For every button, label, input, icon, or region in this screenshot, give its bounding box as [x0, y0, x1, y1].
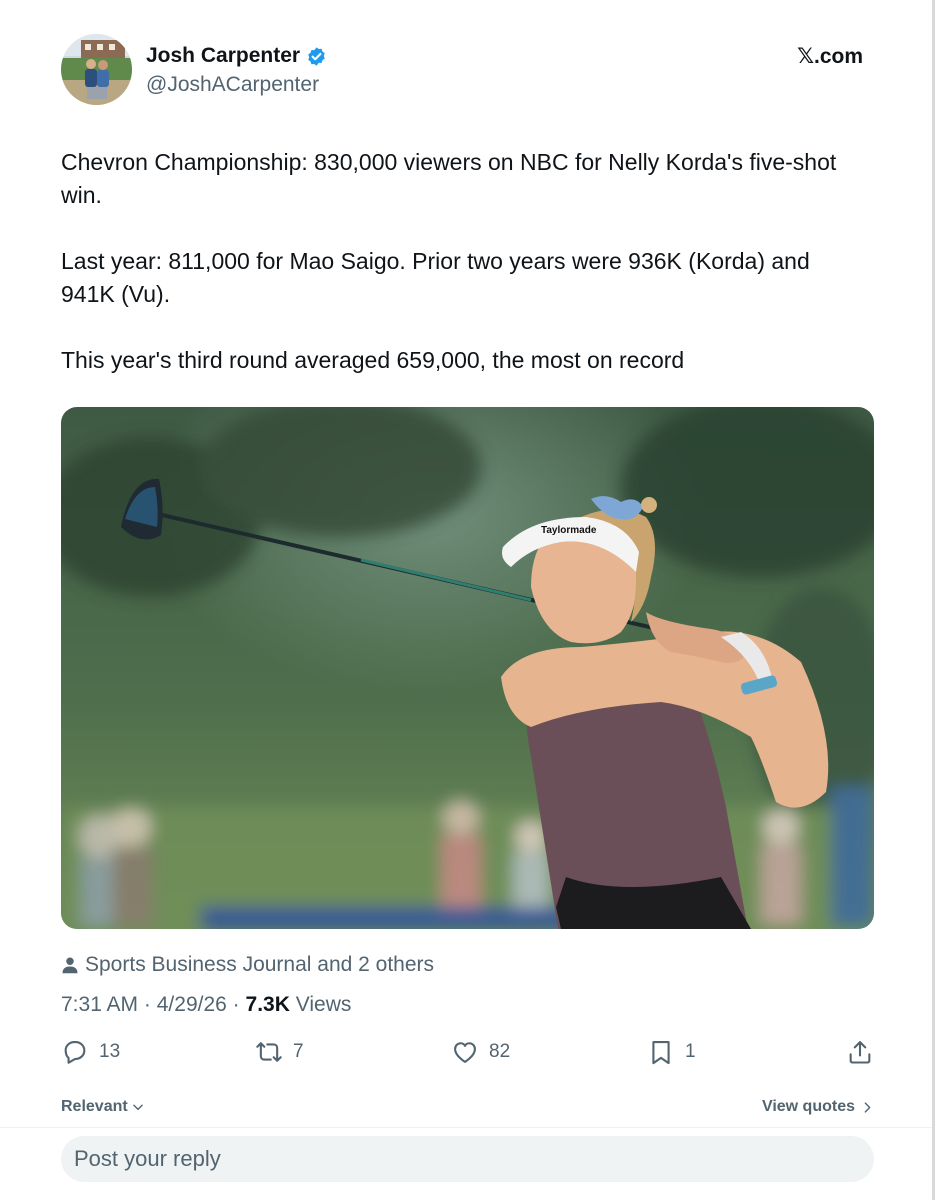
visor-logo-text: Taylormade: [541, 525, 597, 536]
verified-badge-icon: [306, 46, 327, 67]
like-button[interactable]: 82: [451, 1038, 510, 1066]
share-icon: [849, 1041, 871, 1064]
heart-icon: [454, 1042, 476, 1063]
golfer-photo-illustration: Taylormade: [61, 407, 874, 929]
tweet-text: Chevron Championship: 830,000 viewers on…: [61, 146, 861, 410]
tweet-meta: 7:31 AM · 4/29/26 · 7.3K Views: [61, 993, 351, 1017]
replies-filter-bar: Relevant View quotes: [61, 1098, 874, 1120]
reply-icon: [64, 1041, 86, 1064]
view-quotes-label: View quotes: [761, 1098, 855, 1115]
action-bar: 13 7 82 1: [61, 1038, 874, 1068]
meta-separator: ·: [232, 993, 240, 1016]
author-name-row: Josh Carpenter: [146, 44, 327, 68]
chevron-right-icon: [864, 1101, 871, 1113]
site-label: 𝕏.com: [797, 45, 863, 68]
sort-label: Relevant: [61, 1098, 128, 1115]
tweet-photo[interactable]: Taylormade: [61, 407, 874, 929]
reply-button[interactable]: 13: [61, 1038, 120, 1066]
author-handle[interactable]: @JoshACarpenter: [146, 73, 319, 97]
bookmark-button[interactable]: 1: [647, 1038, 696, 1066]
author-display-name[interactable]: Josh Carpenter: [146, 44, 300, 68]
tweet-time[interactable]: 7:31 AM: [61, 993, 138, 1016]
tweet-date[interactable]: 4/29/26: [157, 993, 227, 1016]
tweet-paragraph: Last year: 811,000 for Mao Saigo. Prior …: [61, 248, 810, 307]
repost-icon: [256, 1042, 282, 1062]
media-attribution[interactable]: Sports Business Journal and 2 others: [61, 953, 434, 977]
divider: [0, 1127, 932, 1128]
avatar[interactable]: [61, 34, 132, 105]
views-count: 7.3K: [245, 993, 290, 1016]
tweet-header: Josh Carpenter @JoshACarpenter 𝕏.com: [61, 34, 863, 106]
bookmark-icon: [652, 1041, 670, 1065]
reply-input[interactable]: Post your reply: [61, 1136, 874, 1182]
attribution-text: Sports Business Journal and 2 others: [85, 953, 435, 976]
tweet-paragraph: This year's third round averaged 659,000…: [61, 347, 685, 373]
meta-separator: ·: [143, 993, 151, 1016]
sort-dropdown[interactable]: Relevant: [61, 1098, 145, 1116]
reply-placeholder: Post your reply: [74, 1146, 221, 1171]
view-quotes-link[interactable]: View quotes: [762, 1098, 874, 1116]
chevron-down-icon: [132, 1104, 143, 1111]
tweet-paragraph: Chevron Championship: 830,000 viewers on…: [61, 149, 837, 208]
reply-count: 13: [99, 1041, 121, 1062]
like-count: 82: [489, 1041, 511, 1062]
repost-count: 7: [293, 1041, 304, 1062]
repost-button[interactable]: 7: [255, 1038, 304, 1066]
bookmark-count: 1: [685, 1041, 696, 1062]
views-label: Views: [295, 993, 352, 1016]
person-icon: [62, 957, 78, 974]
share-button[interactable]: [846, 1038, 874, 1066]
